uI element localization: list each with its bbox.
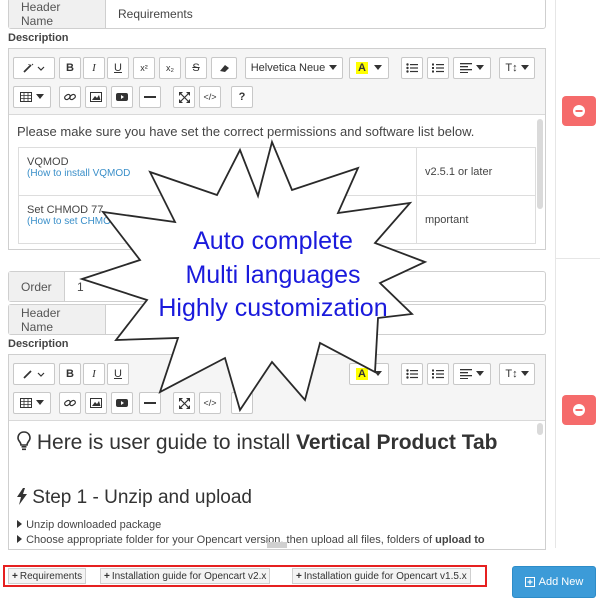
tab-install-guide-v15[interactable]: + Installation guide for Opencart v1.5.x [292,568,471,584]
tab-label: Installation guide for Opencart v2.x [111,570,267,582]
tab-label: Requirements [19,570,83,582]
add-new-button[interactable]: Add New [512,566,596,598]
plus-icon: + [104,570,110,582]
tab-install-guide-v2[interactable]: + Installation guide for Opencart v2.x [100,568,271,584]
tab-bar-highlight: + Requirements + Installation guide for Op… [3,565,487,587]
burst-line-2: Multi languages [185,261,361,289]
plus-icon: + [296,570,302,582]
burst-line-1: Auto complete [193,227,353,255]
tab-label: Installation guide for Opencart v1.5.x [303,570,467,582]
add-new-label: Add New [538,576,584,588]
plus-icon: + [12,570,18,582]
tab-requirements[interactable]: + Requirements [8,568,87,584]
burst-line-3: Highly customization [158,294,388,322]
plus-square-icon [524,577,535,587]
